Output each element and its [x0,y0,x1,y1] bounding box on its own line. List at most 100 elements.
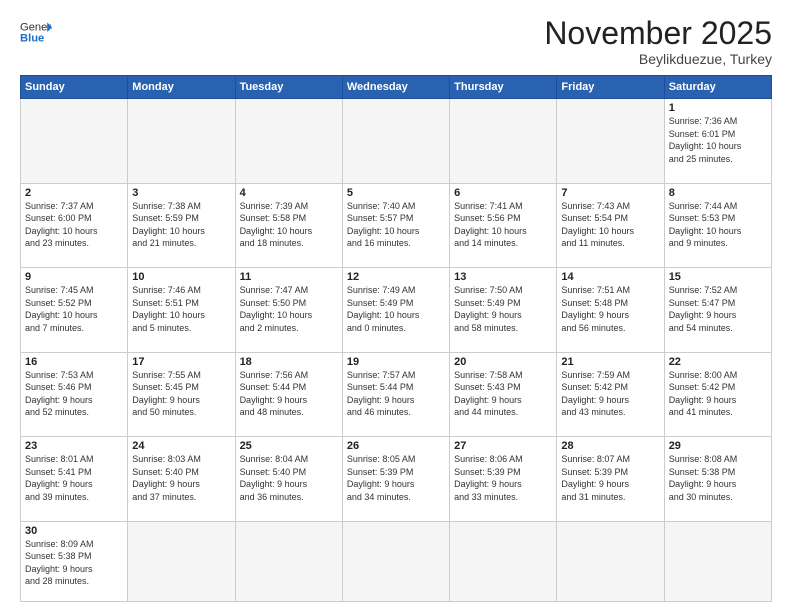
calendar-cell [342,521,449,601]
day-info: Sunrise: 8:09 AM Sunset: 5:38 PM Dayligh… [25,538,123,588]
day-info: Sunrise: 7:53 AM Sunset: 5:46 PM Dayligh… [25,369,123,419]
calendar-cell: 27Sunrise: 8:06 AM Sunset: 5:39 PM Dayli… [450,437,557,521]
day-info: Sunrise: 7:36 AM Sunset: 6:01 PM Dayligh… [669,115,767,165]
day-info: Sunrise: 7:59 AM Sunset: 5:42 PM Dayligh… [561,369,659,419]
calendar-cell: 18Sunrise: 7:56 AM Sunset: 5:44 PM Dayli… [235,352,342,436]
day-info: Sunrise: 7:52 AM Sunset: 5:47 PM Dayligh… [669,284,767,334]
calendar-cell: 12Sunrise: 7:49 AM Sunset: 5:49 PM Dayli… [342,268,449,352]
day-number: 13 [454,271,552,283]
weekday-header-monday: Monday [128,76,235,99]
weekday-header-sunday: Sunday [21,76,128,99]
calendar-cell: 4Sunrise: 7:39 AM Sunset: 5:58 PM Daylig… [235,183,342,267]
calendar-cell: 29Sunrise: 8:08 AM Sunset: 5:38 PM Dayli… [664,437,771,521]
calendar-cell [342,99,449,183]
calendar-cell: 8Sunrise: 7:44 AM Sunset: 5:53 PM Daylig… [664,183,771,267]
calendar-cell [557,521,664,601]
day-info: Sunrise: 7:56 AM Sunset: 5:44 PM Dayligh… [240,369,338,419]
calendar-cell: 1Sunrise: 7:36 AM Sunset: 6:01 PM Daylig… [664,99,771,183]
day-number: 26 [347,440,445,452]
calendar-table: SundayMondayTuesdayWednesdayThursdayFrid… [20,75,772,602]
calendar-cell: 26Sunrise: 8:05 AM Sunset: 5:39 PM Dayli… [342,437,449,521]
calendar-cell: 11Sunrise: 7:47 AM Sunset: 5:50 PM Dayli… [235,268,342,352]
day-info: Sunrise: 7:50 AM Sunset: 5:49 PM Dayligh… [454,284,552,334]
day-info: Sunrise: 7:41 AM Sunset: 5:56 PM Dayligh… [454,200,552,250]
calendar-cell: 20Sunrise: 7:58 AM Sunset: 5:43 PM Dayli… [450,352,557,436]
calendar-cell: 15Sunrise: 7:52 AM Sunset: 5:47 PM Dayli… [664,268,771,352]
calendar-cell: 5Sunrise: 7:40 AM Sunset: 5:57 PM Daylig… [342,183,449,267]
day-info: Sunrise: 7:43 AM Sunset: 5:54 PM Dayligh… [561,200,659,250]
day-info: Sunrise: 8:07 AM Sunset: 5:39 PM Dayligh… [561,453,659,503]
location: Beylikduezue, Turkey [544,51,772,67]
calendar-cell: 28Sunrise: 8:07 AM Sunset: 5:39 PM Dayli… [557,437,664,521]
calendar-cell: 24Sunrise: 8:03 AM Sunset: 5:40 PM Dayli… [128,437,235,521]
calendar-cell: 25Sunrise: 8:04 AM Sunset: 5:40 PM Dayli… [235,437,342,521]
day-number: 1 [669,102,767,114]
day-info: Sunrise: 7:57 AM Sunset: 5:44 PM Dayligh… [347,369,445,419]
day-number: 27 [454,440,552,452]
weekday-header-thursday: Thursday [450,76,557,99]
weekday-header-wednesday: Wednesday [342,76,449,99]
calendar-cell [450,99,557,183]
day-info: Sunrise: 8:06 AM Sunset: 5:39 PM Dayligh… [454,453,552,503]
day-info: Sunrise: 8:00 AM Sunset: 5:42 PM Dayligh… [669,369,767,419]
day-number: 2 [25,187,123,199]
header: General Blue November 2025 Beylikduezue,… [20,16,772,67]
day-number: 3 [132,187,230,199]
calendar-cell: 10Sunrise: 7:46 AM Sunset: 5:51 PM Dayli… [128,268,235,352]
calendar-cell: 21Sunrise: 7:59 AM Sunset: 5:42 PM Dayli… [557,352,664,436]
day-info: Sunrise: 7:37 AM Sunset: 6:00 PM Dayligh… [25,200,123,250]
day-number: 18 [240,356,338,368]
day-number: 9 [25,271,123,283]
calendar-cell [664,521,771,601]
calendar-cell [21,99,128,183]
calendar-cell: 17Sunrise: 7:55 AM Sunset: 5:45 PM Dayli… [128,352,235,436]
weekday-header-saturday: Saturday [664,76,771,99]
calendar-cell: 30Sunrise: 8:09 AM Sunset: 5:38 PM Dayli… [21,521,128,601]
day-info: Sunrise: 8:03 AM Sunset: 5:40 PM Dayligh… [132,453,230,503]
day-info: Sunrise: 7:40 AM Sunset: 5:57 PM Dayligh… [347,200,445,250]
calendar-cell: 6Sunrise: 7:41 AM Sunset: 5:56 PM Daylig… [450,183,557,267]
day-number: 21 [561,356,659,368]
day-number: 4 [240,187,338,199]
day-number: 12 [347,271,445,283]
weekday-header-tuesday: Tuesday [235,76,342,99]
day-number: 28 [561,440,659,452]
calendar-cell: 16Sunrise: 7:53 AM Sunset: 5:46 PM Dayli… [21,352,128,436]
logo: General Blue [20,16,52,48]
day-info: Sunrise: 7:39 AM Sunset: 5:58 PM Dayligh… [240,200,338,250]
calendar-cell: 23Sunrise: 8:01 AM Sunset: 5:41 PM Dayli… [21,437,128,521]
day-info: Sunrise: 7:51 AM Sunset: 5:48 PM Dayligh… [561,284,659,334]
day-number: 30 [25,525,123,537]
weekday-header-friday: Friday [557,76,664,99]
calendar-cell [235,99,342,183]
day-info: Sunrise: 8:04 AM Sunset: 5:40 PM Dayligh… [240,453,338,503]
day-info: Sunrise: 7:46 AM Sunset: 5:51 PM Dayligh… [132,284,230,334]
day-number: 10 [132,271,230,283]
calendar-cell: 13Sunrise: 7:50 AM Sunset: 5:49 PM Dayli… [450,268,557,352]
calendar-cell [128,99,235,183]
calendar-cell: 19Sunrise: 7:57 AM Sunset: 5:44 PM Dayli… [342,352,449,436]
day-number: 17 [132,356,230,368]
calendar-cell: 14Sunrise: 7:51 AM Sunset: 5:48 PM Dayli… [557,268,664,352]
day-number: 6 [454,187,552,199]
day-number: 24 [132,440,230,452]
day-info: Sunrise: 8:05 AM Sunset: 5:39 PM Dayligh… [347,453,445,503]
day-info: Sunrise: 7:58 AM Sunset: 5:43 PM Dayligh… [454,369,552,419]
calendar-cell: 7Sunrise: 7:43 AM Sunset: 5:54 PM Daylig… [557,183,664,267]
day-number: 15 [669,271,767,283]
day-number: 25 [240,440,338,452]
page: General Blue November 2025 Beylikduezue,… [0,0,792,612]
calendar-cell [128,521,235,601]
day-info: Sunrise: 7:47 AM Sunset: 5:50 PM Dayligh… [240,284,338,334]
svg-text:Blue: Blue [20,33,44,45]
calendar-cell: 9Sunrise: 7:45 AM Sunset: 5:52 PM Daylig… [21,268,128,352]
calendar-cell [557,99,664,183]
calendar-cell: 3Sunrise: 7:38 AM Sunset: 5:59 PM Daylig… [128,183,235,267]
day-number: 23 [25,440,123,452]
month-title: November 2025 [544,16,772,51]
day-info: Sunrise: 8:08 AM Sunset: 5:38 PM Dayligh… [669,453,767,503]
title-block: November 2025 Beylikduezue, Turkey [544,16,772,67]
calendar-cell: 22Sunrise: 8:00 AM Sunset: 5:42 PM Dayli… [664,352,771,436]
day-number: 16 [25,356,123,368]
day-info: Sunrise: 7:44 AM Sunset: 5:53 PM Dayligh… [669,200,767,250]
